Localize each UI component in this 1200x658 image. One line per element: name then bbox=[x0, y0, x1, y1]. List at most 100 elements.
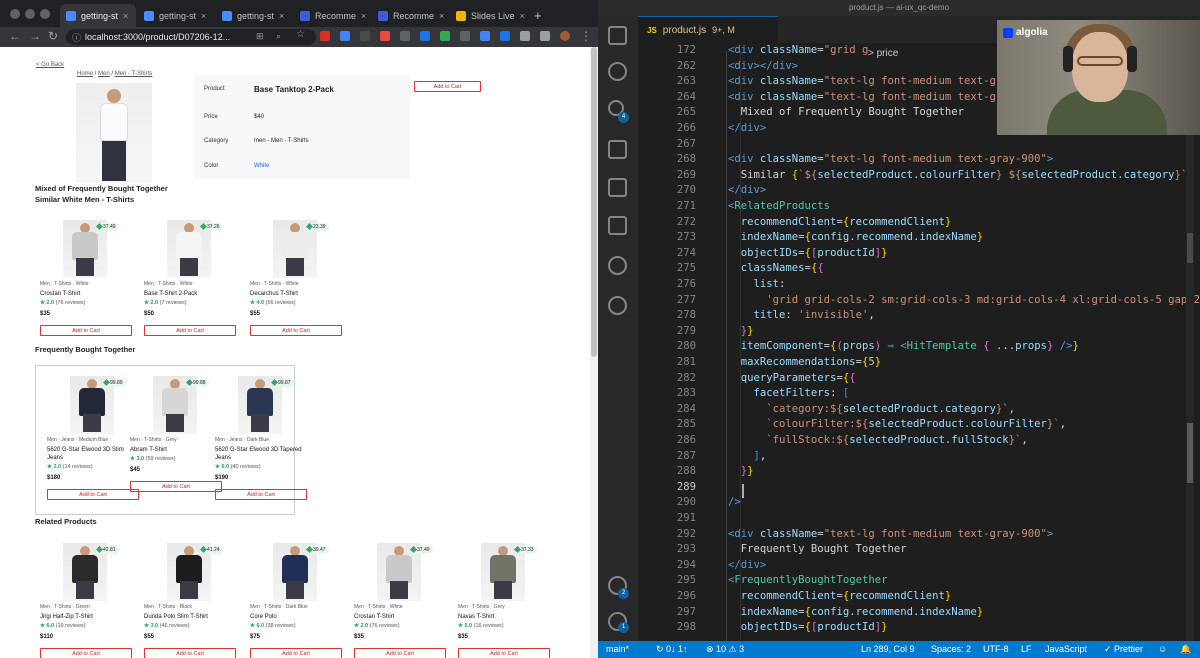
feedback-icon[interactable]: ☺ bbox=[1158, 644, 1167, 654]
extension-icon[interactable] bbox=[360, 31, 370, 41]
code-line[interactable]: 298 objectIDs={[productId]} bbox=[638, 620, 1200, 636]
close-window-icon[interactable] bbox=[10, 9, 20, 19]
code-line[interactable]: 295 <FrequentlyBoughtTogether bbox=[638, 573, 1200, 589]
code-line[interactable]: 279 }} bbox=[638, 324, 1200, 340]
sticky-breadcrumb[interactable]: > price bbox=[868, 48, 898, 59]
code-line[interactable]: 291 bbox=[638, 511, 1200, 527]
code-line[interactable]: 286 `fullStock:${selectedProduct.fullSto… bbox=[638, 433, 1200, 449]
extension-icon[interactable] bbox=[380, 31, 390, 41]
bookmark-star-icon[interactable]: ☆ bbox=[296, 29, 306, 40]
remote-explorer-icon[interactable] bbox=[608, 216, 627, 235]
product-card[interactable]: 37.49 Men · T-Shirts · White Crostan T-Shi… bbox=[36, 220, 136, 344]
product-card[interactable]: 37.33 Men · T-Shirts · Grey Navas T-Shirt ★… bbox=[454, 543, 554, 658]
zoom-icon[interactable]: ⌕ bbox=[276, 31, 286, 41]
add-to-cart-button[interactable]: Add to Cart bbox=[144, 648, 236, 658]
close-tab-icon[interactable]: × bbox=[520, 11, 525, 21]
product-card[interactable]: 37.26 Men · T-Shirts · White Base T-Shirt … bbox=[140, 220, 240, 344]
code-line[interactable]: 287 ], bbox=[638, 449, 1200, 465]
product-name[interactable]: Core Polo bbox=[250, 613, 344, 621]
code-line[interactable]: 267 bbox=[638, 137, 1200, 153]
code-line[interactable]: 290 /> bbox=[638, 495, 1200, 511]
add-to-cart-button[interactable]: Add to Cart bbox=[354, 648, 446, 658]
extension-icon[interactable] bbox=[480, 31, 490, 41]
browser-tab[interactable]: getting-st × bbox=[216, 4, 292, 27]
profile-avatar[interactable] bbox=[560, 31, 570, 41]
product-name[interactable]: Dunda Polo Slim T-Shirt bbox=[144, 613, 238, 621]
go-back-link[interactable]: < Go Back bbox=[36, 62, 64, 68]
code-line[interactable]: 285 `colourFilter:${selectedProduct.colo… bbox=[638, 417, 1200, 433]
close-tab-icon[interactable]: × bbox=[201, 11, 206, 21]
extension-icon[interactable] bbox=[320, 31, 330, 41]
close-tab-icon[interactable]: × bbox=[361, 11, 366, 21]
product-name[interactable]: 5620 G-Star Elwood 3D Tapered Jeans bbox=[215, 446, 309, 462]
browser-tab[interactable]: Slides Live × bbox=[450, 4, 526, 27]
code-line[interactable]: 276 list: bbox=[638, 277, 1200, 293]
problems-indicator[interactable]: ⊗ 10 ⚠ 3 bbox=[706, 644, 744, 655]
code-line[interactable]: 270 </div> bbox=[638, 183, 1200, 199]
code-line[interactable]: 282 queryParameters={{ bbox=[638, 371, 1200, 387]
product-card[interactable]: 39.47 Men · T-Shirts · Dark Blue Core Polo… bbox=[246, 543, 346, 658]
code-line[interactable]: 274 objectIDs={[productId]} bbox=[638, 246, 1200, 262]
new-tab-button[interactable]: + bbox=[528, 4, 548, 27]
cursor-position[interactable]: Ln 289, Col 9 bbox=[861, 644, 915, 654]
extension-icon[interactable] bbox=[400, 31, 410, 41]
extension-icon[interactable] bbox=[460, 31, 470, 41]
encoding[interactable]: UTF-8 bbox=[983, 644, 1009, 654]
product-card[interactable]: 41.24 Men · T-Shirts · Black Dunda Polo Sl… bbox=[140, 543, 240, 658]
code-line[interactable]: 281 maxRecommendations={5} bbox=[638, 355, 1200, 371]
search-icon[interactable] bbox=[608, 62, 627, 81]
code-line[interactable]: 293 Frequently Bought Together bbox=[638, 542, 1200, 558]
breadcrumb-home[interactable]: Home bbox=[77, 71, 93, 77]
run-debug-icon[interactable] bbox=[608, 140, 627, 159]
back-arrow-icon[interactable]: ← bbox=[9, 29, 21, 44]
product-name[interactable]: Crostan T-Shirt bbox=[40, 290, 134, 298]
breadcrumb-men-tshirts[interactable]: Men - T-Shirts bbox=[115, 71, 153, 77]
extension-icon[interactable] bbox=[440, 31, 450, 41]
code-line[interactable]: 275 classNames={{ bbox=[638, 261, 1200, 277]
extensions-icon[interactable] bbox=[608, 178, 627, 197]
translate-icon[interactable]: ⊞ bbox=[256, 31, 266, 41]
browser-tab[interactable]: getting-st × bbox=[60, 4, 136, 27]
maximize-window-icon[interactable] bbox=[40, 9, 50, 19]
browser-tab[interactable]: Recomme × bbox=[372, 4, 448, 27]
add-to-cart-button[interactable]: Add to Cart bbox=[130, 481, 222, 492]
add-to-cart-button[interactable]: Add to Cart bbox=[40, 325, 132, 336]
code-line[interactable]: 289 bbox=[638, 480, 1200, 496]
code-line[interactable]: 297 indexName={config.recommend.indexNam… bbox=[638, 605, 1200, 621]
code-line[interactable]: 280 itemComponent={(props) ⇒ <HitTemplat… bbox=[638, 339, 1200, 355]
github-icon[interactable] bbox=[608, 296, 627, 315]
scrollbar-thumb[interactable] bbox=[591, 47, 597, 357]
code-line[interactable]: 277 'grid grid-cols-2 sm:grid-cols-3 md:… bbox=[638, 293, 1200, 309]
end-of-line[interactable]: LF bbox=[1021, 644, 1032, 654]
reload-icon[interactable]: ↻ bbox=[48, 29, 58, 44]
extension-icon[interactable] bbox=[500, 31, 510, 41]
product-card[interactable]: 37.49 Men · T-Shirts · White Crostan T-Shi… bbox=[350, 543, 450, 658]
product-card[interactable]: 23.39 Men · T-Shirts · White Decarchus T-S… bbox=[246, 220, 346, 344]
add-to-cart-button[interactable]: Add to Cart bbox=[144, 325, 236, 336]
browser-tab[interactable]: Recomme × bbox=[294, 4, 370, 27]
extension-icon[interactable] bbox=[420, 31, 430, 41]
language-mode[interactable]: JavaScript bbox=[1045, 644, 1087, 654]
product-name[interactable]: Decarchus T-Shirt bbox=[250, 290, 344, 298]
add-to-cart-button[interactable]: Add to Cart bbox=[40, 648, 132, 658]
product-name[interactable]: Navas T-Shirt bbox=[458, 613, 552, 621]
product-name[interactable]: Jirgi Half-Zip T-Shirt bbox=[40, 613, 134, 621]
close-tab-icon[interactable]: × bbox=[123, 11, 128, 21]
tab-product-js[interactable]: JS product.js 9+, M bbox=[638, 16, 778, 43]
sync-indicator[interactable]: ↻ 0↓ 1↑ bbox=[656, 644, 688, 655]
code-line[interactable]: 272 recommendClient={recommendClient} bbox=[638, 215, 1200, 231]
product-card[interactable]: 42.81 Men · T-Shirts · Green Jirgi Half-Zi… bbox=[36, 543, 136, 658]
minimize-window-icon[interactable] bbox=[25, 9, 35, 19]
add-to-cart-button[interactable]: Add to Cart bbox=[215, 489, 307, 500]
page-scrollbar[interactable] bbox=[590, 47, 598, 658]
code-line[interactable]: 269 Similar {`${selectedProduct.colourFi… bbox=[638, 168, 1200, 184]
forward-arrow-icon[interactable]: → bbox=[29, 29, 41, 44]
menu-kebab-icon[interactable]: ⋮ bbox=[580, 29, 592, 44]
code-line[interactable]: 288 }} bbox=[638, 464, 1200, 480]
prettier-status[interactable]: ✓ Prettier bbox=[1104, 644, 1143, 655]
code-line[interactable]: 296 recommendClient={recommendClient} bbox=[638, 589, 1200, 605]
code-line[interactable]: 268 <div className="text-lg font-medium t… bbox=[638, 152, 1200, 168]
add-to-cart-button[interactable]: Add to Cart bbox=[458, 648, 550, 658]
timeline-icon[interactable] bbox=[608, 256, 627, 275]
product-card[interactable]: 99.87 Men · Jeans · Dark Blue 5620 G-Star … bbox=[211, 376, 311, 500]
